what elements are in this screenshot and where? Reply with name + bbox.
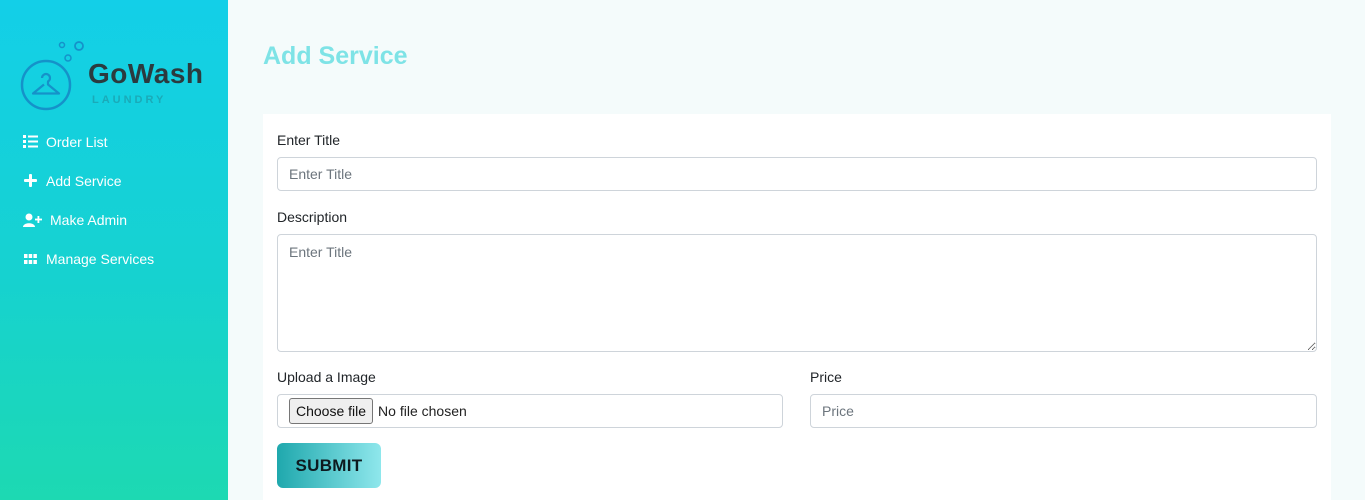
sidebar-item-manage-services[interactable]: Manage Services: [0, 239, 228, 278]
title-label: Enter Title: [277, 132, 341, 148]
sidebar-item-add-service[interactable]: Add Service: [0, 161, 228, 200]
image-label: Upload a Image: [277, 369, 376, 385]
add-service-form: Enter Title Description Upload a Image C…: [263, 114, 1331, 500]
brand-name: GoWash: [88, 58, 204, 89]
description-textarea[interactable]: [277, 234, 1317, 352]
page-title: Add Service: [263, 42, 408, 70]
sidebar: GoWash LAUNDRY Order List Add Service Ma…: [0, 0, 228, 500]
submit-button[interactable]: SUBMIT: [277, 443, 381, 488]
sidebar-item-label: Add Service: [46, 172, 122, 189]
sidebar-item-label: Make Admin: [50, 211, 128, 228]
laundry-hanger-icon: [20, 41, 84, 111]
sidebar-nav: Order List Add Service Make Admin Manage…: [0, 122, 228, 278]
sidebar-item-order-list[interactable]: Order List: [0, 122, 228, 161]
user-plus-icon: [22, 212, 42, 228]
choose-file-button[interactable]: Choose file: [289, 398, 374, 424]
price-label: Price: [810, 369, 842, 385]
description-label: Description: [277, 209, 348, 225]
brand-tagline: LAUNDRY: [92, 94, 167, 106]
brand-logo[interactable]: GoWash LAUNDRY: [20, 38, 220, 118]
plus-icon: [22, 173, 38, 189]
image-upload-field[interactable]: Choose file No file chosen: [277, 394, 783, 428]
title-input[interactable]: [277, 157, 1317, 191]
sidebar-item-label: Manage Services: [46, 250, 155, 267]
sidebar-item-label: Order List: [46, 133, 108, 150]
sidebar-item-make-admin[interactable]: Make Admin: [0, 200, 228, 239]
price-input[interactable]: [810, 394, 1317, 428]
list-icon: [22, 134, 38, 150]
file-status-text: No file chosen: [378, 403, 467, 419]
grid-icon: [22, 251, 38, 267]
